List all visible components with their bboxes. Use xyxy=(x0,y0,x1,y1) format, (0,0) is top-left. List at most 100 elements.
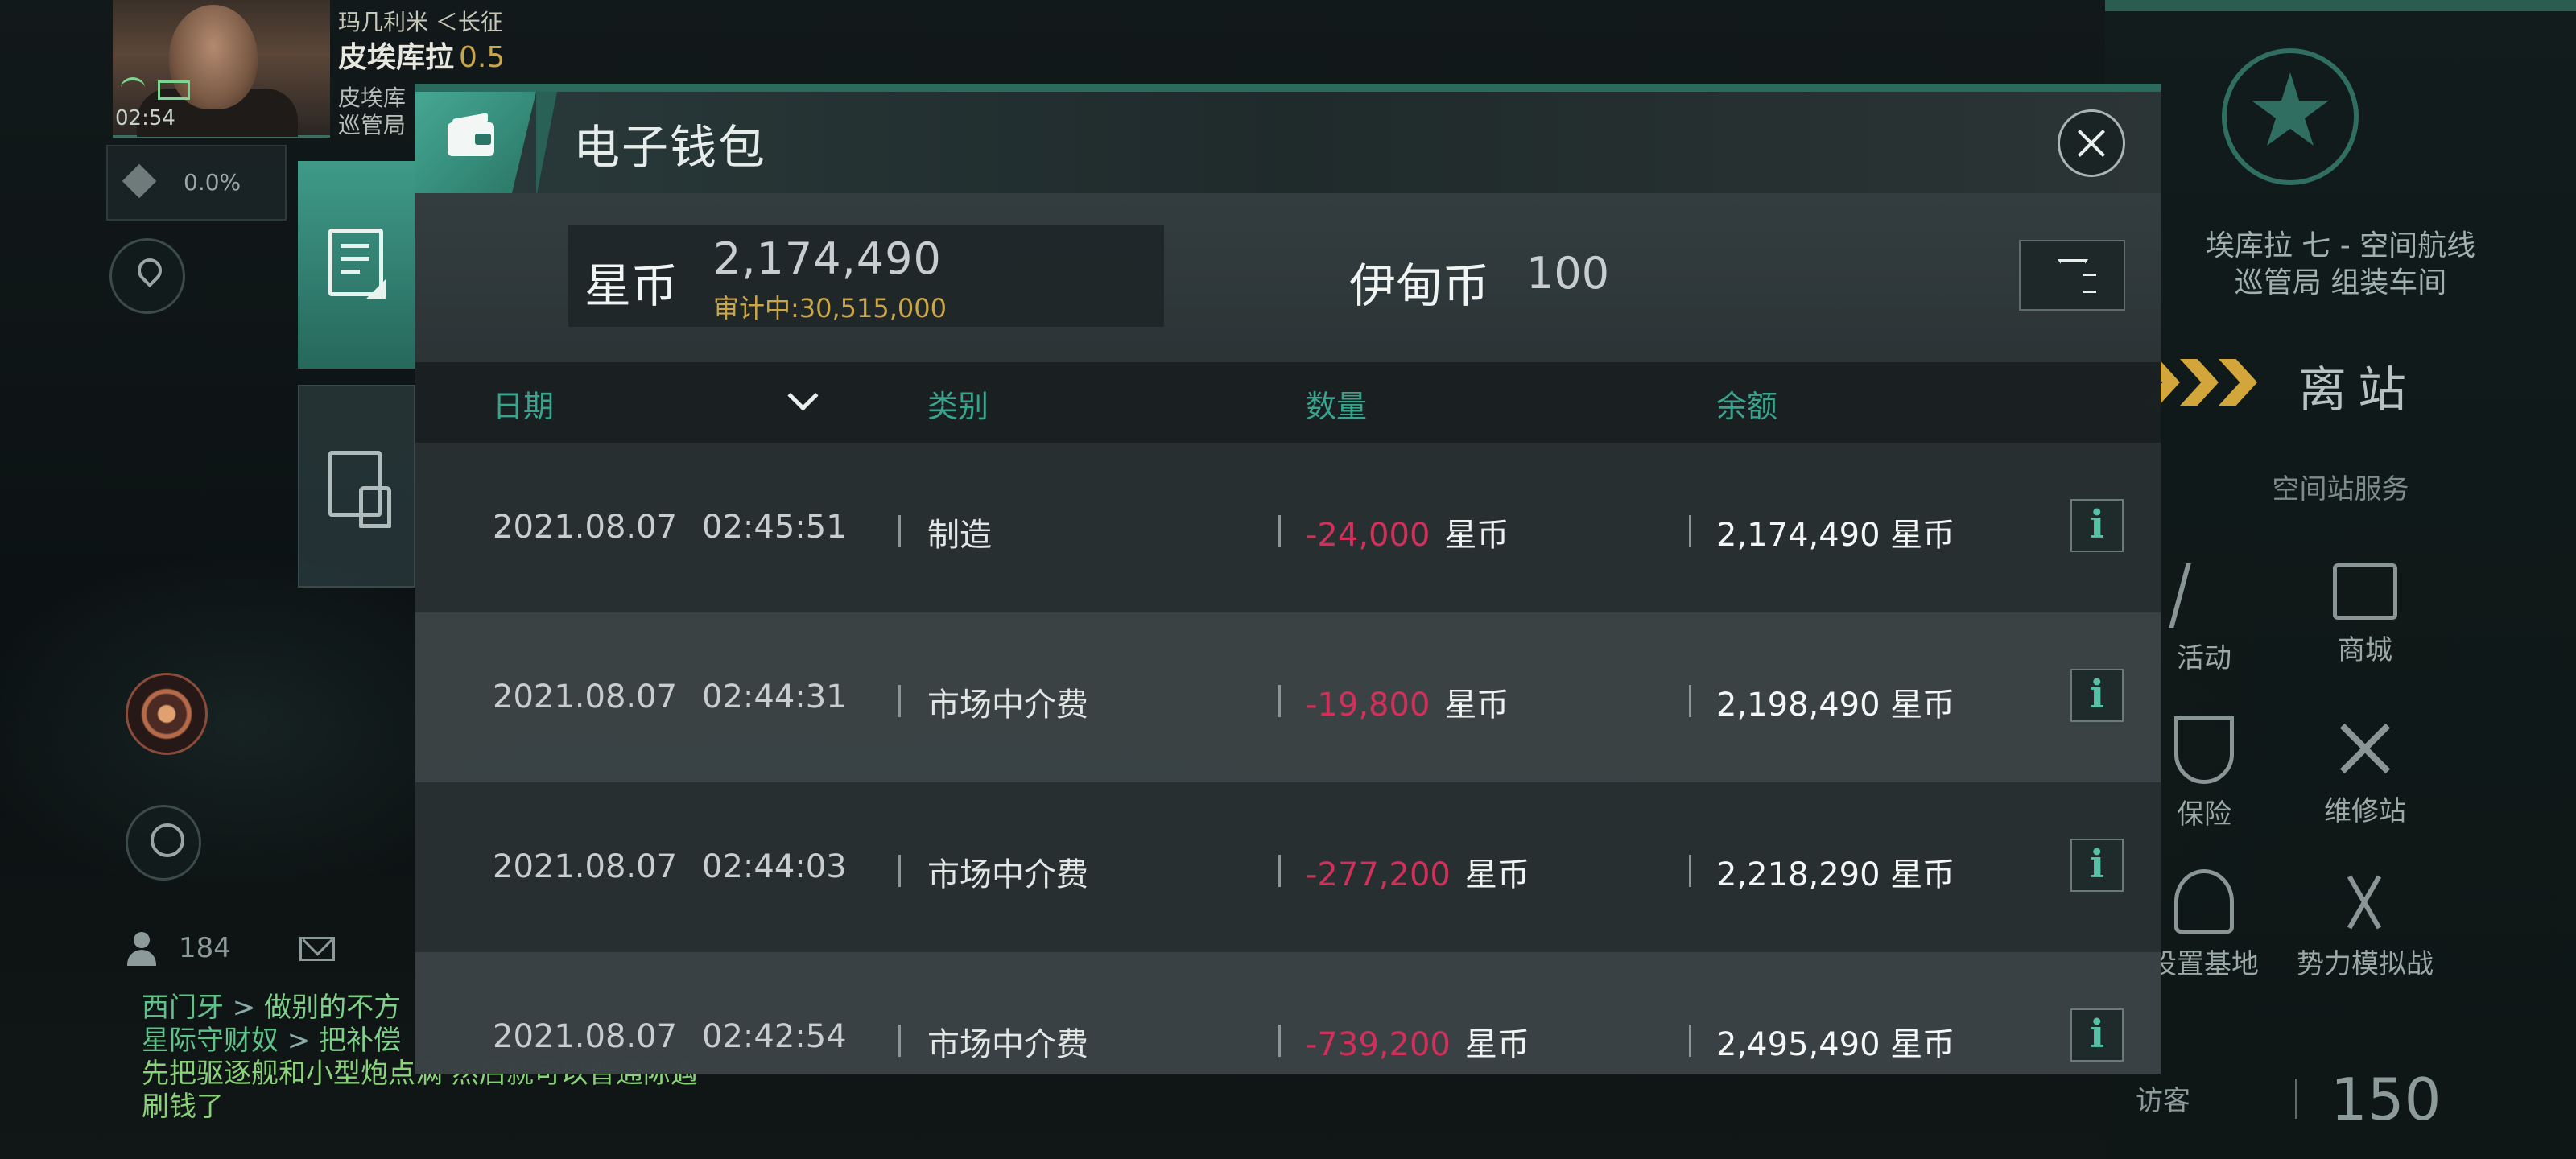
station-name: 埃库拉 七 - 空间航线 xyxy=(2205,229,2476,262)
chevron-down-icon[interactable] xyxy=(787,380,819,411)
divider xyxy=(898,855,901,887)
divider xyxy=(1278,685,1281,717)
insurance-shield-icon xyxy=(2174,716,2234,784)
service-repair[interactable]: 维修站 xyxy=(2293,716,2438,828)
row-amount-currency: 星币 xyxy=(1464,1026,1530,1063)
chat-message: 刷钱了 xyxy=(142,1091,224,1123)
row-balance: 2,174,490 星币 xyxy=(1716,517,1955,554)
service-label: 商城 xyxy=(2338,634,2392,666)
row-time: 02:44:03 xyxy=(702,848,847,885)
faction-star-emblem-icon xyxy=(2206,32,2375,201)
visitor-row: 访客 150 xyxy=(2105,1046,2576,1159)
customer-support-button[interactable] xyxy=(126,805,201,881)
tab-contracts[interactable] xyxy=(298,385,415,588)
radar-button[interactable] xyxy=(126,673,208,755)
pilot-security-status: 0.5 xyxy=(459,41,506,74)
shop-icon xyxy=(2333,563,2397,620)
row-amount-currency: 星币 xyxy=(1444,517,1509,554)
station-topbar xyxy=(2105,0,2576,11)
chat-message: 做别的不方 xyxy=(264,992,402,1024)
star-coin-label: 星币 xyxy=(584,258,679,313)
row-balance: 2,218,290 星币 xyxy=(1716,856,1955,893)
divider xyxy=(1278,515,1281,547)
chat-arrow-icon: > xyxy=(279,1025,320,1057)
info-button[interactable]: i xyxy=(2070,669,2124,722)
row-date: 2021.08.07 xyxy=(493,848,678,885)
battery-icon xyxy=(158,80,190,100)
column-date[interactable]: 日期 xyxy=(493,382,554,426)
star-coin-escrow: 审计中:30,515,000 xyxy=(713,293,947,324)
column-type: 类别 xyxy=(927,389,989,424)
balance-summary: 星币 2,174,490 审计中:30,515,000 伊甸币 100 xyxy=(415,193,2161,362)
dialog-title: 电子钱包 xyxy=(573,120,767,175)
row-time: 02:44:31 xyxy=(702,678,847,716)
row-amount-currency: 星币 xyxy=(1444,687,1509,724)
row-type: 制造 xyxy=(927,517,992,554)
wifi-icon xyxy=(121,77,145,98)
row-balance: 2,198,490 星币 xyxy=(1716,687,1955,724)
wallet-badge xyxy=(415,92,536,193)
station-services-title: 空间站服务 xyxy=(2272,473,2409,505)
service-label: 维修站 xyxy=(2324,795,2406,827)
row-amount: -277,200 星币 xyxy=(1306,848,1530,895)
service-faction-sim[interactable]: 势力模拟战 xyxy=(2293,869,2438,981)
filter-button[interactable] xyxy=(2019,240,2125,311)
star-coin-value: 2,174,490 xyxy=(713,233,942,284)
dialog-header: 电子钱包 xyxy=(415,84,2161,193)
undock-chevron-icon[interactable] xyxy=(2141,354,2270,410)
close-button[interactable] xyxy=(2058,109,2125,177)
info-button[interactable]: i xyxy=(2070,1008,2124,1062)
badge-edge xyxy=(536,92,557,193)
row-amount-value: -19,800 xyxy=(1306,687,1430,724)
tab-wallet[interactable] xyxy=(298,161,415,369)
party-popper-icon xyxy=(2169,563,2240,628)
row-date: 2021.08.07 xyxy=(493,678,678,716)
divider xyxy=(1689,685,1691,717)
row-time: 02:42:54 xyxy=(702,1018,847,1055)
row-amount-value: -24,000 xyxy=(1306,517,1430,554)
row-amount-currency: 星币 xyxy=(1464,856,1530,893)
cargo-cube-icon xyxy=(122,163,157,199)
row-type: 市场中介费 xyxy=(927,856,1088,893)
document-icon xyxy=(328,229,386,299)
repair-tools-icon xyxy=(2333,716,2397,781)
divider xyxy=(1278,855,1281,887)
row-amount-value: -277,200 xyxy=(1306,856,1451,893)
row-date: 2021.08.07 xyxy=(493,509,678,546)
service-label: 势力模拟战 xyxy=(2297,948,2434,980)
wallet-icon xyxy=(448,113,494,156)
location-pin-button[interactable] xyxy=(109,238,185,314)
star-coin-balance: 星币 2,174,490 审计中:30,515,000 xyxy=(568,225,1164,327)
location-line-2: 巡管局 xyxy=(338,112,407,138)
divider xyxy=(898,515,901,547)
row-amount: -24,000 星币 xyxy=(1306,509,1509,555)
divider xyxy=(1689,515,1691,547)
members-icon[interactable] xyxy=(126,932,158,967)
info-button[interactable]: i xyxy=(2070,839,2124,892)
table-row: 2021.08.07 02:42:54 市场中介费 -739,200 星币 2,4… xyxy=(415,952,2161,1074)
table-row: 2021.08.07 02:45:51 制造 -24,000 星币 2,174,4… xyxy=(415,443,2161,612)
chat-speaker[interactable]: 西门牙 xyxy=(142,992,224,1024)
row-amount: -739,200 星币 xyxy=(1306,1018,1530,1065)
row-amount: -19,800 星币 xyxy=(1306,678,1509,725)
mail-icon[interactable] xyxy=(299,937,335,961)
row-date: 2021.08.07 xyxy=(493,1018,678,1055)
row-time: 02:45:51 xyxy=(702,509,847,546)
cargo-percent: 0.0% xyxy=(184,169,242,196)
row-balance: 2,495,490 星币 xyxy=(1716,1026,1955,1063)
wallet-dialog: 电子钱包 星币 2,174,490 审计中:30,515,000 伊甸币 100… xyxy=(415,84,2161,1074)
divider xyxy=(898,1025,901,1057)
service-shop[interactable]: 商城 xyxy=(2293,563,2438,667)
headset-icon xyxy=(151,823,184,857)
info-button[interactable]: i xyxy=(2070,499,2124,552)
transaction-list[interactable]: 2021.08.07 02:45:51 制造 -24,000 星币 2,174,4… xyxy=(415,443,2161,1074)
chat-speaker[interactable]: 星际守财奴 xyxy=(142,1025,279,1057)
member-count: 184 xyxy=(179,932,231,964)
clock: 02:54 xyxy=(115,106,175,130)
chat-message: 把补偿 xyxy=(319,1025,402,1057)
undock-button[interactable]: 离站 xyxy=(2298,351,2417,421)
divider xyxy=(2295,1079,2297,1119)
stamp-document-icon xyxy=(324,451,393,528)
divider xyxy=(1689,855,1691,887)
visitor-label: 访客 xyxy=(2136,1085,2190,1117)
